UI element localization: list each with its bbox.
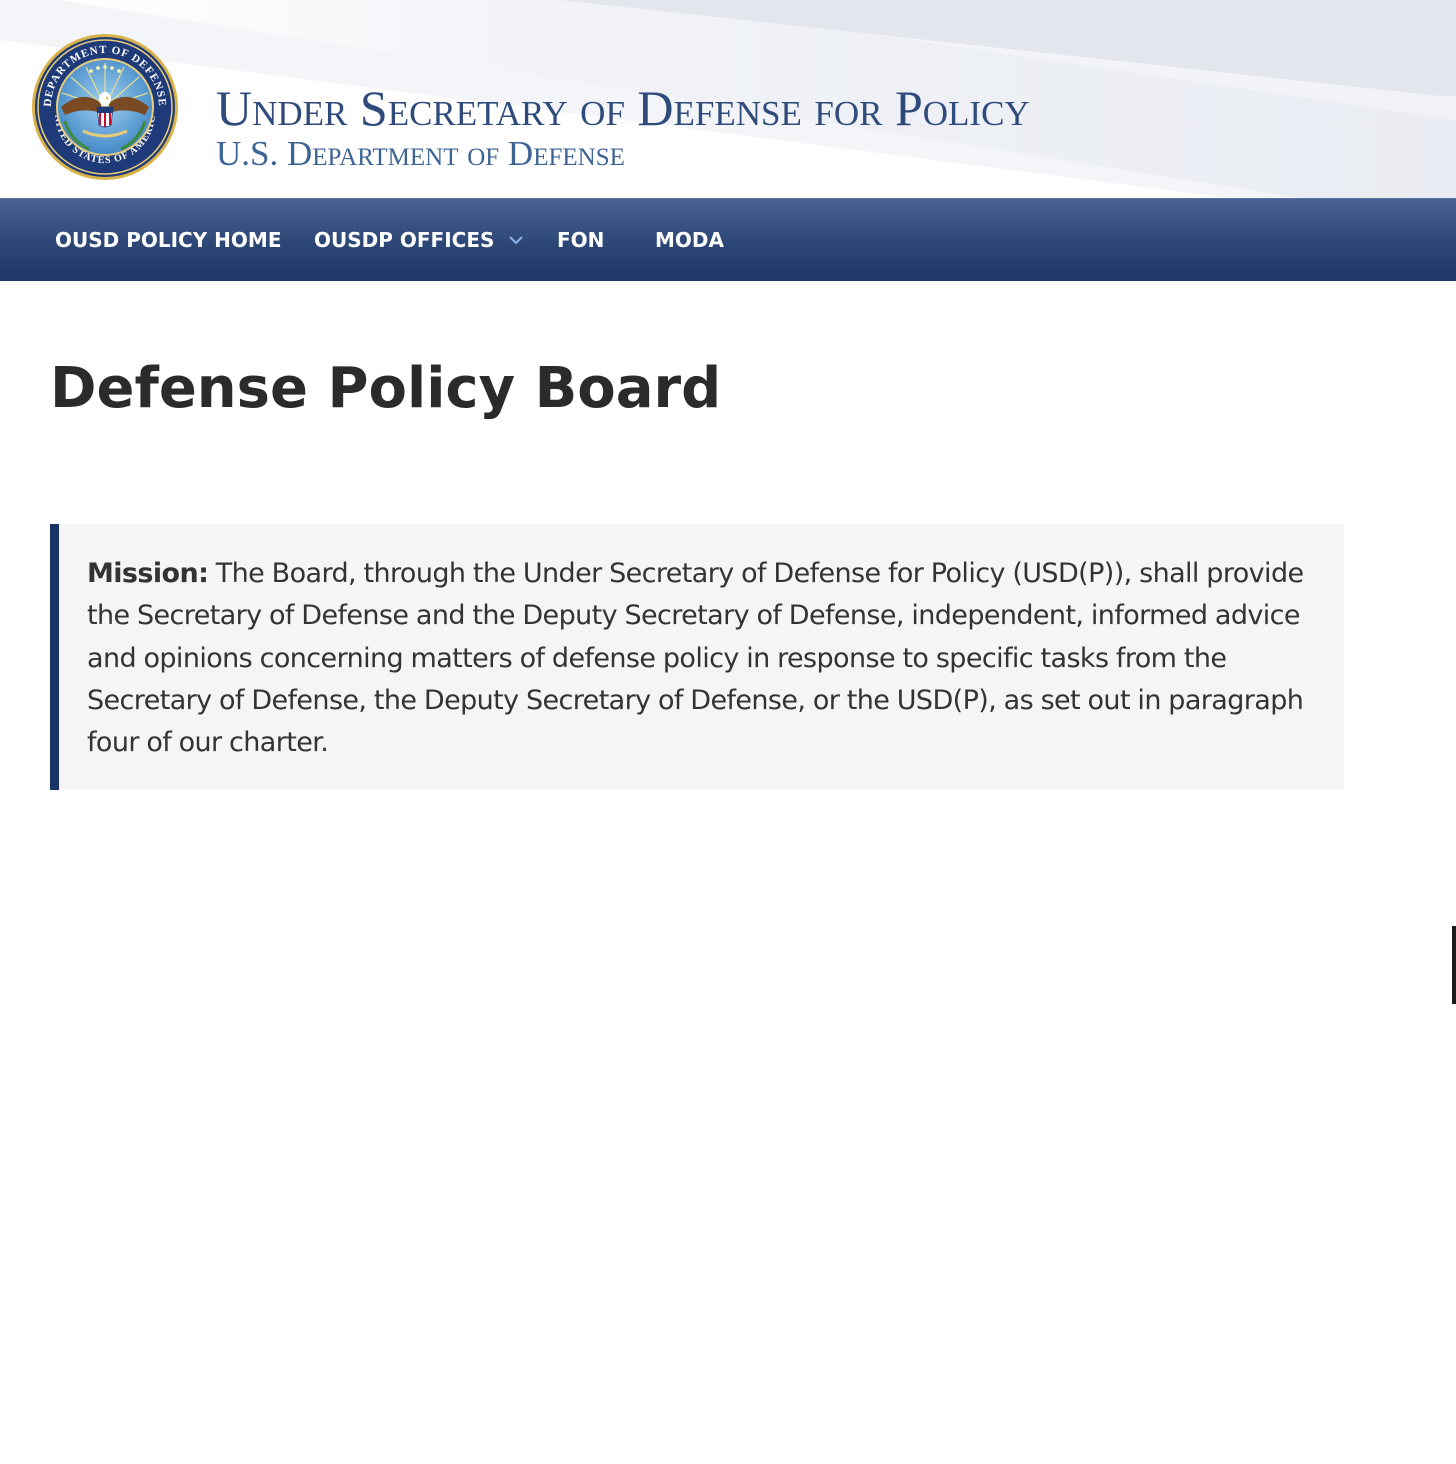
page-title: Defense Policy Board	[50, 356, 722, 421]
nav-item-moda[interactable]: MODA	[655, 199, 724, 282]
nav-item-label: OUSD POLICY HOME	[55, 228, 282, 252]
mission-label: Mission:	[87, 558, 209, 589]
dod-seal-logo[interactable]: DEPARTMENT OF DEFENSE UNITED STATES OF A…	[31, 33, 179, 181]
scroll-edge-marker	[1452, 926, 1456, 1004]
chevron-down-icon	[509, 235, 524, 244]
mission-text: The Board, through the Under Secretary o…	[87, 558, 1304, 759]
nav-item-label: MODA	[655, 228, 724, 252]
nav-item-label: OUSDP OFFICES	[314, 228, 495, 252]
mission-callout: Mission: The Board, through the Under Se…	[50, 524, 1344, 790]
nav-item-ousdp-offices[interactable]: OUSDP OFFICES	[314, 199, 524, 282]
nav-item-fon[interactable]: FON	[557, 199, 604, 282]
main-navigation: OUSD POLICY HOME OUSDP OFFICES FON MODA	[0, 198, 1456, 281]
site-header: DEPARTMENT OF DEFENSE UNITED STATES OF A…	[0, 0, 1456, 198]
nav-item-ousd-policy-home[interactable]: OUSD POLICY HOME	[55, 199, 281, 282]
nav-item-label: FON	[557, 228, 605, 252]
site-title[interactable]: Under Secretary of Defense for Policy	[216, 80, 1030, 136]
mission-paragraph: Mission: The Board, through the Under Se…	[87, 553, 1314, 764]
site-subtitle[interactable]: U.S. Department of Defense	[216, 134, 625, 174]
